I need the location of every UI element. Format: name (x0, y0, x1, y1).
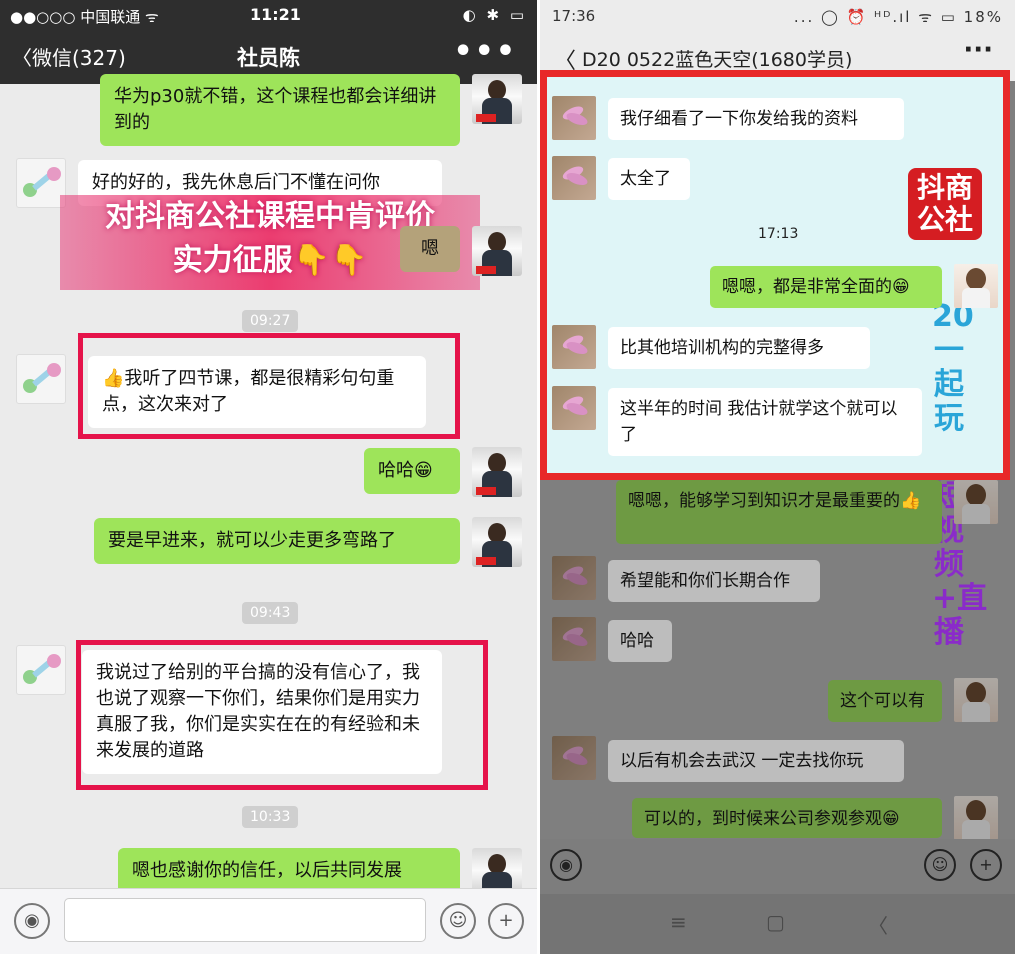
right-chat-panel: 17:36 ... ◯ ⏰ ᴴᴰ.ıl ᯤ ▭ 18% 〈 D20 0522蓝色… (540, 0, 1015, 954)
logo-line-1: 抖商 (916, 171, 973, 204)
message-bubble-out: 这个可以有 (828, 680, 942, 722)
vertical-slogan-1: 20 一起玩 (932, 299, 974, 436)
message-bubble-in: 太全了 (608, 158, 690, 200)
timestamp: 10:33 (242, 806, 299, 828)
emoji-icon[interactable]: ☺ (924, 849, 956, 881)
message-bubble-in: 以后有机会去武汉 一定去找你玩 (608, 740, 904, 782)
right-status-bar: 17:36 ... ◯ ⏰ ᴴᴰ.ıl ᯤ ▭ 18% (540, 0, 1015, 33)
avatar[interactable] (552, 386, 596, 430)
status-time: 17:36 (552, 7, 596, 25)
brand-logo: 抖商 公社 (908, 168, 982, 240)
home-icon[interactable]: ▢ (766, 910, 785, 934)
left-input-bar: ◉ ☺ + (0, 888, 537, 954)
message-bubble-out: 可以的，到时候来公司参观参观😁 (632, 798, 942, 838)
avatar[interactable] (552, 96, 596, 140)
message-bubble-in: 希望能和你们长期合作 (608, 560, 820, 602)
back-nav-icon[interactable]: 〈 (868, 910, 888, 939)
avatar[interactable] (552, 617, 596, 661)
more-icon[interactable]: ••• (453, 34, 517, 69)
avatar[interactable] (552, 736, 596, 780)
message-bubble-in: 我仔细看了一下你发给我的资料 (608, 98, 904, 140)
avatar[interactable] (16, 645, 66, 695)
message-bubble-out: 嗯 (400, 226, 460, 272)
avatar[interactable] (552, 556, 596, 600)
more-icon[interactable]: ··· (963, 35, 993, 65)
carrier-label: ●●○○○ 中国联通 ᯤ (10, 8, 159, 26)
avatar[interactable] (472, 226, 522, 276)
plus-icon[interactable]: + (970, 849, 1002, 881)
status-time: 11:21 (250, 5, 301, 24)
avatar[interactable] (954, 678, 998, 722)
avatar[interactable] (472, 517, 522, 567)
plus-icon[interactable]: + (488, 903, 524, 939)
status-icons: ... ◯ ⏰ ᴴᴰ.ıl ᯤ ▭ 18% (793, 8, 1003, 26)
message-bubble-out: 要是早进来，就可以少走更多弯路了 (94, 518, 460, 564)
emoji-icon[interactable]: ☺ (440, 903, 476, 939)
timestamp: 09:43 (242, 602, 299, 624)
message-bubble-in: 这半年的时间 我估计就学这个就可以了 (608, 388, 922, 456)
avatar[interactable] (472, 74, 522, 124)
message-bubble-out: 哈哈😁 (364, 448, 460, 494)
screenshot-root: ●●○○○ 中国联通 ᯤ 11:21 ◐ ✱ ▭ 〈微信(327) 社员陈 ••… (0, 0, 1015, 954)
timestamp: 09:27 (242, 310, 299, 332)
right-input-bar: ◉ ☺ + (540, 839, 1015, 894)
timestamp: 17:13 (758, 226, 799, 242)
avatar[interactable] (472, 447, 522, 497)
message-bubble-in: 哈哈 (608, 620, 672, 662)
avatar[interactable] (16, 354, 66, 404)
message-bubble-out: 嗯嗯，能够学习到知识才是最重要的👍 (616, 480, 942, 544)
left-status-bar: ●●○○○ 中国联通 ᯤ 11:21 ◐ ✱ ▭ (0, 0, 537, 30)
highlight-box (76, 640, 488, 790)
voice-icon[interactable]: ◉ (550, 849, 582, 881)
avatar[interactable] (954, 796, 998, 840)
avatar[interactable] (552, 325, 596, 369)
group-title: D20 0522蓝色天空(1680学员) (582, 49, 853, 71)
android-nav-bar: ≡ ▢ 〈 (540, 894, 1015, 954)
status-icons: ◐ ✱ ▭ (462, 6, 527, 24)
logo-line-2: 公社 (916, 203, 973, 236)
message-bubble-out: 华为p30就不错，这个课程也都会详细讲到的 (100, 74, 460, 146)
message-bubble-in: 比其他培训机构的完整得多 (608, 327, 870, 369)
left-wechat-panel: ●●○○○ 中国联通 ᯤ 11:21 ◐ ✱ ▭ 〈微信(327) 社员陈 ••… (0, 0, 537, 954)
avatar[interactable] (552, 156, 596, 200)
highlight-box (78, 333, 460, 439)
menu-icon[interactable]: ≡ (670, 910, 687, 934)
avatar[interactable] (954, 264, 998, 308)
avatar[interactable] (16, 158, 66, 208)
avatar[interactable] (954, 480, 998, 524)
message-input[interactable] (64, 898, 426, 942)
message-bubble-out: 嗯嗯，都是非常全面的😁 (710, 266, 942, 308)
voice-icon[interactable]: ◉ (14, 903, 50, 939)
